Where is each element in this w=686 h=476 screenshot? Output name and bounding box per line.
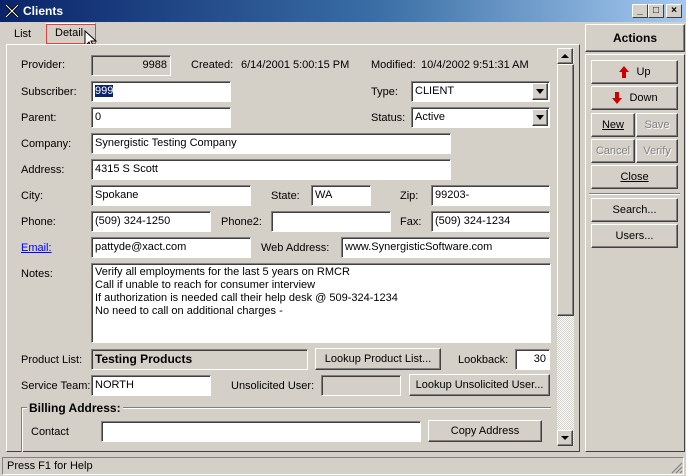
address-label: Address: [21,164,65,176]
fax-field[interactable]: (509) 324-1234 [431,211,550,232]
unsolicited-user-field [321,375,401,396]
parent-field[interactable]: 0 [91,107,231,128]
scroll-up-button[interactable] [557,48,573,64]
notes-line: Call if unable to reach for consumer int… [95,279,316,291]
address-field[interactable]: 4315 S Scott [91,159,451,180]
web-address-field[interactable]: www.SynergisticSoftware.com [341,237,550,258]
created-label: Created: [191,59,234,71]
product-list-label: Product List: [21,354,83,366]
lookup-unsolicited-user-button[interactable]: Lookup Unsolicited User... [409,374,550,396]
status-select[interactable]: Active [411,107,550,128]
company-label: Company: [21,138,72,150]
provider-field: 9988 [91,55,171,76]
copy-address-button[interactable]: Copy Address [428,420,542,442]
contact-field[interactable] [101,421,421,442]
notes-line: Verify all employments for the last 5 ye… [95,266,350,278]
search-button[interactable]: Search... [591,198,678,222]
phone2-field[interactable] [271,211,391,232]
email-link[interactable]: Email: [21,242,52,254]
title-bar[interactable]: Clients _ □ × [0,0,686,22]
subscriber-selected-text: 999 [95,85,114,97]
fax-label: Fax: [400,216,422,228]
product-list-field: Testing Products [91,349,308,370]
arrow-up-icon [619,66,630,79]
phone-field[interactable]: (509) 324-1250 [91,211,211,232]
down-button[interactable]: Down [591,86,678,110]
service-team-label: Service Team: [21,380,91,392]
created-value: 6/14/2001 5:00:15 PM [241,59,350,71]
phone-label: Phone: [21,216,56,228]
minimize-button[interactable]: _ [632,4,648,18]
chevron-down-icon [536,89,544,94]
state-label: State: [271,190,300,202]
cancel-button[interactable]: Cancel [591,139,635,163]
arrow-up-icon [561,54,569,58]
lookback-field[interactable]: 30 [515,349,550,370]
arrow-down-icon [612,92,623,105]
web-address-label: Web Address: [261,242,330,254]
lookback-label: Lookback: [458,354,509,366]
service-team-field[interactable]: NORTH [91,375,211,396]
unsolicited-user-label: Unsolicited User: [231,380,315,392]
chevron-down-icon [536,115,544,120]
down-label: Down [629,92,658,104]
billing-address-label: Billing Address: [27,401,123,415]
maximize-button[interactable]: □ [648,4,664,18]
status-selected-value: Active [415,111,445,123]
new-button[interactable]: New [591,113,635,137]
tab-list-label: List [14,28,32,40]
modified-value: 10/4/2002 9:51:31 AM [421,59,529,71]
company-field[interactable]: Synergistic Testing Company [91,133,451,154]
verify-button[interactable]: Verify [636,139,678,163]
zip-field[interactable]: 99203- [431,185,550,206]
tab-list[interactable]: List [6,25,36,45]
notes-line: If authorization is needed call their he… [95,292,398,304]
scroll-down-button[interactable] [557,430,573,446]
users-button[interactable]: Users... [591,224,678,248]
notes-label: Notes: [21,268,53,280]
window-title: Clients [23,4,64,18]
city-label: City: [21,190,43,202]
close-button[interactable]: Close [591,165,678,189]
actions-header: Actions [585,24,685,52]
email-field[interactable]: pattyde@xact.com [91,237,251,258]
contact-label: Contact [31,426,69,438]
lookup-product-list-button[interactable]: Lookup Product List... [315,348,441,370]
modified-label: Modified: [371,59,416,71]
app-icon [4,3,20,19]
provider-label: Provider: [21,59,66,71]
parent-label: Parent: [21,112,57,124]
arrow-down-icon [561,436,569,440]
type-dropdown-button[interactable] [532,83,548,100]
status-text: Press F1 for Help [2,457,684,475]
status-label: Status: [371,112,406,124]
notes-textarea[interactable]: Verify all employments for the last 5 ye… [91,263,551,343]
type-label: Type: [371,86,398,98]
status-dropdown-button[interactable] [532,109,548,126]
subscriber-field[interactable]: 999 [91,81,231,102]
phone2-label: Phone2: [221,216,262,228]
scroll-thumb[interactable] [557,64,574,316]
zip-label: Zip: [400,190,419,202]
type-select[interactable]: CLIENT [411,81,550,102]
subscriber-label: Subscriber: [21,86,77,98]
save-button[interactable]: Save [636,113,678,137]
status-bar: Press F1 for Help [0,456,686,476]
up-button[interactable]: Up [591,60,678,84]
up-label: Up [636,66,651,78]
city-field[interactable]: Spokane [91,185,251,206]
close-window-button[interactable]: × [666,4,682,18]
resize-grip-icon[interactable] [670,461,683,474]
type-selected-value: CLIENT [415,85,455,97]
notes-line: No need to call on additional charges - [95,305,283,317]
state-field[interactable]: WA [311,185,371,206]
actions-divider [589,193,680,195]
